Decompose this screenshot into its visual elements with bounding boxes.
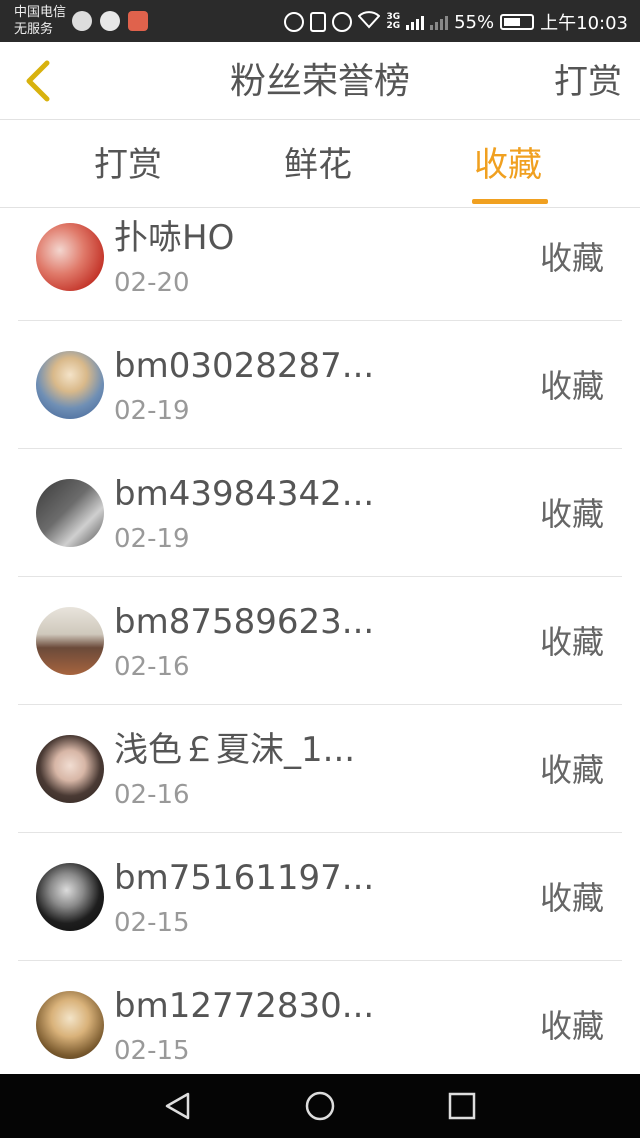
carrier-info: 中国电信 无服务 (14, 4, 66, 38)
page-title: 粉丝荣誉榜 (229, 61, 410, 102)
fan-action: 收藏 (539, 623, 604, 661)
list-item[interactable]: bm03028287... 02-19 收藏 (18, 321, 622, 449)
battery-icon (500, 14, 535, 30)
fan-name: 扑哧HO (114, 218, 235, 258)
signal-icon (406, 14, 425, 30)
fan-list: 扑哧HO 02-20 收藏 bm03028287... 02-19 收藏 bm4… (0, 208, 640, 1074)
fan-action: 收藏 (539, 751, 604, 789)
fan-action: 收藏 (539, 239, 604, 277)
vibrate-icon (310, 12, 327, 32)
avatar (36, 351, 104, 419)
fan-date: 02-15 (114, 1036, 190, 1066)
alarm-icon (332, 12, 353, 32)
tab-reward[interactable]: 打赏 (94, 143, 162, 187)
tab-bar: 打赏 鲜花 收藏 (0, 121, 640, 208)
network-type: 3G 2G (386, 12, 401, 31)
fan-name: bm87589623... (114, 602, 375, 642)
system-status: 3G 2G 55% 上午10:03 (284, 9, 628, 35)
clock: 上午10:03 (540, 13, 628, 34)
carrier-name: 中国电信 (14, 5, 67, 20)
fan-action: 收藏 (539, 495, 604, 533)
system-nav-bar (0, 1074, 640, 1138)
fan-date: 02-20 (114, 268, 190, 298)
fan-date: 02-19 (114, 524, 190, 554)
battery-percent: 55% (454, 11, 495, 33)
fan-date: 02-16 (114, 652, 190, 682)
avatar (36, 991, 104, 1059)
fan-action: 收藏 (539, 879, 604, 917)
fan-name: bm75161197... (114, 858, 375, 898)
fan-name: bm03028287... (114, 346, 375, 386)
fan-name: bm12772830... (114, 986, 375, 1026)
fan-action: 收藏 (539, 367, 604, 405)
list-item[interactable]: bm75161197... 02-15 收藏 (18, 833, 622, 961)
list-item[interactable]: 扑哧HO 02-20 收藏 (18, 208, 622, 321)
mail-icon (128, 11, 148, 31)
wifi-icon (358, 10, 381, 34)
fan-name: bm43984342... (114, 474, 375, 514)
fan-date: 02-15 (114, 908, 190, 938)
avatar (36, 223, 104, 291)
list-item[interactable]: bm87589623... 02-16 收藏 (18, 577, 622, 705)
headphone-icon (284, 12, 305, 32)
signal-2-icon (430, 14, 449, 30)
fan-date: 02-19 (114, 396, 190, 426)
avatar (36, 479, 104, 547)
back-triangle-icon[interactable] (162, 1090, 194, 1122)
service-status: 无服务 (14, 22, 54, 37)
fan-name: 浅色￡夏沫_1... (114, 730, 356, 770)
avatar (36, 607, 104, 675)
fan-action: 收藏 (539, 1007, 604, 1045)
recents-square-icon[interactable] (446, 1090, 478, 1122)
list-item[interactable]: 浅色￡夏沫_1... 02-16 收藏 (18, 705, 622, 833)
home-circle-icon[interactable] (304, 1090, 336, 1122)
tab-flowers[interactable]: 鲜花 (284, 143, 352, 187)
globe-icon (72, 11, 92, 31)
status-bar: 中国电信 无服务 3G 2G 55% 上午10:03 (0, 0, 640, 42)
list-item[interactable]: bm12772830... 02-15 收藏 (18, 961, 622, 1074)
tab-favorites[interactable]: 收藏 (474, 143, 542, 187)
reward-button[interactable]: 打赏 (554, 60, 622, 104)
active-tab-indicator (472, 199, 548, 204)
list-item[interactable]: bm43984342... 02-19 收藏 (18, 449, 622, 577)
avatar (36, 863, 104, 931)
avatar (36, 735, 104, 803)
notification-icons (72, 11, 148, 31)
message-icon (100, 11, 120, 31)
fan-date: 02-16 (114, 780, 190, 810)
title-bar: 粉丝荣誉榜 打赏 (0, 42, 640, 120)
